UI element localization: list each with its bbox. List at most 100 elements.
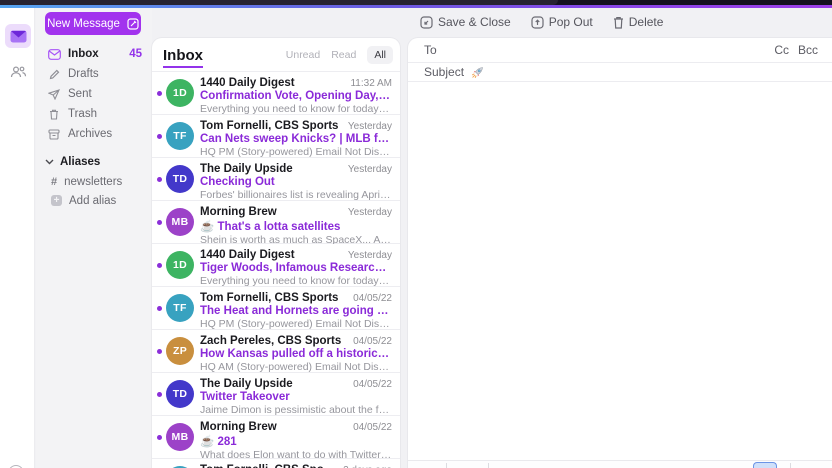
email-sender: Zach Pereles, CBS Sports: [200, 335, 342, 347]
email-subject: Twitter Takeover: [200, 391, 290, 403]
app-rail: [0, 8, 35, 468]
filter-all[interactable]: All: [367, 45, 393, 64]
avatar: TF: [166, 122, 194, 150]
sidebar-item-newsletters[interactable]: # newsletters: [36, 172, 152, 191]
formatting-toolbar-partial: [408, 460, 832, 468]
chevron-down-icon: [45, 159, 54, 165]
pop-out-icon: [531, 15, 544, 29]
cc-toggle[interactable]: Cc: [774, 43, 789, 57]
email-subject: Checking Out: [200, 176, 275, 188]
sidebar-item-label: Sent: [68, 88, 92, 100]
unread-indicator-dot: [157, 392, 162, 397]
mail-icon[interactable]: [5, 24, 31, 48]
unread-indicator-dot: [157, 435, 162, 440]
email-timestamp: Yesterday: [347, 121, 392, 132]
email-preview: Everything you need to know for today in…: [200, 103, 392, 115]
add-alias-label: Add alias: [69, 194, 117, 207]
inbox-unread-count: 45: [129, 48, 142, 60]
bcc-toggle[interactable]: Bcc: [798, 43, 818, 57]
sidebar: New Message Inbox 45 Drafts Sent Trash A…: [36, 8, 152, 468]
avatar: MB: [166, 208, 194, 236]
paper-plane-icon: [47, 88, 61, 100]
browser-chrome-bar: [0, 0, 832, 8]
email-timestamp: 04/05/22: [353, 379, 392, 390]
email-list-item[interactable]: 1D 1440 Daily Digest Yesterday Tiger Woo…: [152, 244, 400, 287]
email-list-item[interactable]: MB Morning Brew Yesterday ☕ That's a lot…: [152, 201, 400, 246]
list-filters: Unread Read All: [286, 45, 393, 64]
email-preview: HQ PM (Story-powered) Email Not Displayi…: [200, 146, 392, 158]
unread-indicator-dot: [157, 306, 162, 311]
avatar: TD: [166, 165, 194, 193]
pop-out-button[interactable]: Pop Out: [531, 15, 593, 29]
avatar: 1D: [166, 251, 194, 279]
email-timestamp: 04/05/22: [353, 293, 392, 304]
email-list-item[interactable]: 1D 1440 Daily Digest 11:32 AM Confirmati…: [152, 72, 400, 115]
new-message-label: New Message: [47, 17, 120, 30]
people-icon[interactable]: [5, 60, 31, 84]
email-sender: Tom Fornelli, CBS Sports: [200, 120, 339, 132]
compose-icon: [127, 17, 139, 30]
sidebar-item-label: Trash: [68, 108, 97, 120]
filter-read[interactable]: Read: [331, 49, 356, 61]
compose-body-input[interactable]: [408, 82, 832, 421]
email-list-item[interactable]: TF Tom Fornelli, CBS Sports 04/05/22 The…: [152, 287, 400, 330]
alias-label: newsletters: [64, 175, 123, 188]
sidebar-item-inbox[interactable]: Inbox 45: [36, 44, 152, 64]
mail-app: New Message Inbox 45 Drafts Sent Trash A…: [0, 0, 832, 468]
email-list-item[interactable]: TF Tom Fornelli, CBS Sports 2 days ago: [152, 459, 400, 468]
aliases-section-toggle[interactable]: Aliases: [36, 152, 152, 172]
toolbar-divider: [790, 463, 791, 468]
plus-square-icon: +: [51, 195, 62, 206]
sidebar-item-drafts[interactable]: Drafts: [36, 64, 152, 84]
email-sender: 1440 Daily Digest: [200, 77, 295, 89]
subject-field[interactable]: Subject: [408, 63, 832, 82]
email-preview: HQ AM (Story-powered) Email Not Displayi…: [200, 361, 392, 373]
to-field[interactable]: To Cc Bcc: [408, 38, 832, 63]
email-preview: Jaime Dimon is pessimistic about the fut…: [200, 404, 392, 416]
email-sender: 1440 Daily Digest: [200, 249, 295, 261]
rocket-emoji: [472, 66, 483, 78]
email-list-item[interactable]: TD The Daily Upside 04/05/22 Twitter Tak…: [152, 373, 400, 416]
email-preview: Forbes' billionaires list is revealing A…: [200, 189, 392, 201]
email-subject: Tiger Woods, Infamous Researcher Release…: [200, 262, 392, 274]
unread-indicator-dot: [157, 177, 162, 182]
email-sender: The Daily Upside: [200, 378, 293, 390]
subject-label: Subject: [424, 65, 465, 79]
new-message-button[interactable]: New Message: [45, 12, 141, 35]
unread-indicator-dot: [157, 263, 162, 268]
email-sender: Morning Brew: [200, 421, 277, 433]
email-subject: How Kansas pulled off a historic comebac…: [200, 348, 392, 360]
email-timestamp: Yesterday: [347, 164, 392, 175]
add-alias-button[interactable]: + Add alias: [36, 191, 152, 210]
avatar: MB: [166, 423, 194, 451]
hash-icon: #: [51, 175, 58, 188]
compose-toolbar: Save & Close Pop Out Delete: [420, 13, 663, 31]
email-list-item[interactable]: MB Morning Brew 04/05/22 ☕ 281 What does…: [152, 416, 400, 461]
filter-unread[interactable]: Unread: [286, 49, 320, 61]
sidebar-item-trash[interactable]: Trash: [36, 104, 152, 124]
sidebar-item-label: Inbox: [68, 48, 99, 60]
email-timestamp: 11:32 AM: [350, 78, 392, 89]
delete-button[interactable]: Delete: [613, 15, 663, 29]
list-title: Inbox: [163, 47, 203, 68]
email-list-item[interactable]: TF Tom Fornelli, CBS Sports Yesterday Ca…: [152, 115, 400, 158]
email-subject: Confirmation Vote, Opening Day, and the …: [200, 90, 392, 102]
unread-indicator-dot: [157, 220, 162, 225]
pencil-icon: [47, 69, 61, 80]
sidebar-item-archives[interactable]: Archives: [36, 124, 152, 144]
avatar: 1D: [166, 79, 194, 107]
compose-pane: To Cc Bcc Subject: [408, 38, 832, 468]
unread-indicator-dot: [157, 134, 162, 139]
email-timestamp: Yesterday: [347, 207, 392, 218]
save-close-icon: [420, 15, 433, 29]
email-list-item[interactable]: TD The Daily Upside Yesterday Checking O…: [152, 158, 400, 201]
email-list-item[interactable]: ZP Zach Pereles, CBS Sports 04/05/22 How…: [152, 330, 400, 373]
avatar: TD: [166, 380, 194, 408]
unread-indicator-dot: [157, 91, 162, 96]
avatar: TF: [166, 294, 194, 322]
to-label: To: [424, 43, 437, 57]
send-button-partial[interactable]: [753, 462, 777, 468]
save-and-close-button[interactable]: Save & Close: [420, 15, 511, 29]
sidebar-item-sent[interactable]: Sent: [36, 84, 152, 104]
email-preview: HQ PM (Story-powered) Email Not Displayi…: [200, 318, 392, 330]
